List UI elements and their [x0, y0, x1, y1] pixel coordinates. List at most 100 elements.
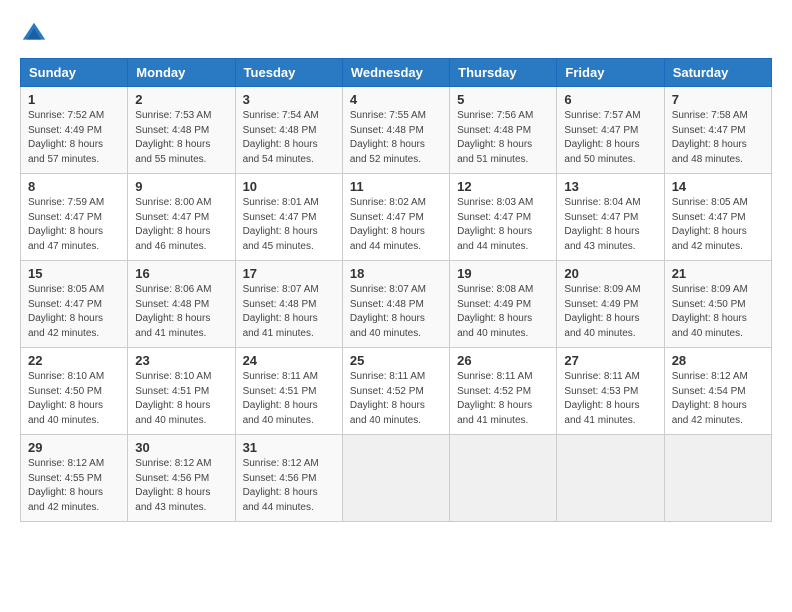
day-number: 12 [457, 179, 549, 194]
calendar-cell: 31 Sunrise: 8:12 AMSunset: 4:56 PMDaylig… [235, 435, 342, 522]
calendar-week-row: 8 Sunrise: 7:59 AMSunset: 4:47 PMDayligh… [21, 174, 772, 261]
day-number: 21 [672, 266, 764, 281]
day-detail: Sunrise: 8:09 AMSunset: 4:49 PMDaylight:… [564, 284, 640, 339]
day-detail: Sunrise: 8:02 AMSunset: 4:47 PMDaylight:… [350, 197, 426, 252]
calendar-header-sunday: Sunday [21, 59, 128, 87]
calendar-header-saturday: Saturday [664, 59, 771, 87]
day-detail: Sunrise: 8:05 AMSunset: 4:47 PMDaylight:… [28, 284, 104, 339]
day-detail: Sunrise: 8:07 AMSunset: 4:48 PMDaylight:… [350, 284, 426, 339]
calendar-cell: 2 Sunrise: 7:53 AMSunset: 4:48 PMDayligh… [128, 87, 235, 174]
day-detail: Sunrise: 8:11 AMSunset: 4:52 PMDaylight:… [350, 371, 425, 426]
calendar-cell [664, 435, 771, 522]
day-number: 1 [28, 92, 120, 107]
calendar-cell: 22 Sunrise: 8:10 AMSunset: 4:50 PMDaylig… [21, 348, 128, 435]
day-detail: Sunrise: 7:57 AMSunset: 4:47 PMDaylight:… [564, 110, 640, 165]
calendar-cell: 13 Sunrise: 8:04 AMSunset: 4:47 PMDaylig… [557, 174, 664, 261]
day-detail: Sunrise: 8:01 AMSunset: 4:47 PMDaylight:… [243, 197, 319, 252]
day-number: 15 [28, 266, 120, 281]
day-detail: Sunrise: 8:04 AMSunset: 4:47 PMDaylight:… [564, 197, 640, 252]
calendar-cell: 16 Sunrise: 8:06 AMSunset: 4:48 PMDaylig… [128, 261, 235, 348]
day-detail: Sunrise: 7:56 AMSunset: 4:48 PMDaylight:… [457, 110, 533, 165]
calendar-cell: 4 Sunrise: 7:55 AMSunset: 4:48 PMDayligh… [342, 87, 449, 174]
day-detail: Sunrise: 8:12 AMSunset: 4:54 PMDaylight:… [672, 371, 748, 426]
calendar-cell: 27 Sunrise: 8:11 AMSunset: 4:53 PMDaylig… [557, 348, 664, 435]
day-number: 17 [243, 266, 335, 281]
day-number: 3 [243, 92, 335, 107]
day-detail: Sunrise: 8:12 AMSunset: 4:55 PMDaylight:… [28, 458, 104, 513]
calendar-cell: 12 Sunrise: 8:03 AMSunset: 4:47 PMDaylig… [450, 174, 557, 261]
day-detail: Sunrise: 7:54 AMSunset: 4:48 PMDaylight:… [243, 110, 319, 165]
calendar-cell [450, 435, 557, 522]
calendar-cell [342, 435, 449, 522]
calendar-cell: 17 Sunrise: 8:07 AMSunset: 4:48 PMDaylig… [235, 261, 342, 348]
day-number: 24 [243, 353, 335, 368]
calendar-cell: 26 Sunrise: 8:11 AMSunset: 4:52 PMDaylig… [450, 348, 557, 435]
day-number: 4 [350, 92, 442, 107]
day-number: 18 [350, 266, 442, 281]
calendar-header-monday: Monday [128, 59, 235, 87]
day-number: 14 [672, 179, 764, 194]
calendar-header-thursday: Thursday [450, 59, 557, 87]
day-detail: Sunrise: 8:05 AMSunset: 4:47 PMDaylight:… [672, 197, 748, 252]
day-detail: Sunrise: 8:11 AMSunset: 4:53 PMDaylight:… [564, 371, 639, 426]
day-detail: Sunrise: 8:11 AMSunset: 4:52 PMDaylight:… [457, 371, 532, 426]
calendar-cell: 14 Sunrise: 8:05 AMSunset: 4:47 PMDaylig… [664, 174, 771, 261]
calendar-cell: 21 Sunrise: 8:09 AMSunset: 4:50 PMDaylig… [664, 261, 771, 348]
day-number: 7 [672, 92, 764, 107]
calendar-cell: 28 Sunrise: 8:12 AMSunset: 4:54 PMDaylig… [664, 348, 771, 435]
calendar-header-tuesday: Tuesday [235, 59, 342, 87]
calendar-cell: 5 Sunrise: 7:56 AMSunset: 4:48 PMDayligh… [450, 87, 557, 174]
day-number: 25 [350, 353, 442, 368]
day-detail: Sunrise: 7:59 AMSunset: 4:47 PMDaylight:… [28, 197, 104, 252]
calendar-cell: 29 Sunrise: 8:12 AMSunset: 4:55 PMDaylig… [21, 435, 128, 522]
day-detail: Sunrise: 8:12 AMSunset: 4:56 PMDaylight:… [243, 458, 319, 513]
calendar-header-wednesday: Wednesday [342, 59, 449, 87]
day-detail: Sunrise: 8:00 AMSunset: 4:47 PMDaylight:… [135, 197, 211, 252]
day-detail: Sunrise: 8:07 AMSunset: 4:48 PMDaylight:… [243, 284, 319, 339]
day-detail: Sunrise: 7:52 AMSunset: 4:49 PMDaylight:… [28, 110, 104, 165]
day-number: 28 [672, 353, 764, 368]
day-detail: Sunrise: 8:03 AMSunset: 4:47 PMDaylight:… [457, 197, 533, 252]
calendar-week-row: 29 Sunrise: 8:12 AMSunset: 4:55 PMDaylig… [21, 435, 772, 522]
calendar-cell: 8 Sunrise: 7:59 AMSunset: 4:47 PMDayligh… [21, 174, 128, 261]
calendar-cell: 7 Sunrise: 7:58 AMSunset: 4:47 PMDayligh… [664, 87, 771, 174]
calendar-week-row: 22 Sunrise: 8:10 AMSunset: 4:50 PMDaylig… [21, 348, 772, 435]
calendar-cell: 1 Sunrise: 7:52 AMSunset: 4:49 PMDayligh… [21, 87, 128, 174]
calendar-table: SundayMondayTuesdayWednesdayThursdayFrid… [20, 58, 772, 522]
day-number: 20 [564, 266, 656, 281]
day-number: 8 [28, 179, 120, 194]
day-number: 26 [457, 353, 549, 368]
day-number: 29 [28, 440, 120, 455]
day-number: 19 [457, 266, 549, 281]
page-header [20, 20, 772, 48]
day-number: 30 [135, 440, 227, 455]
calendar-cell: 10 Sunrise: 8:01 AMSunset: 4:47 PMDaylig… [235, 174, 342, 261]
day-detail: Sunrise: 8:06 AMSunset: 4:48 PMDaylight:… [135, 284, 211, 339]
day-detail: Sunrise: 7:55 AMSunset: 4:48 PMDaylight:… [350, 110, 426, 165]
day-number: 10 [243, 179, 335, 194]
calendar-cell: 25 Sunrise: 8:11 AMSunset: 4:52 PMDaylig… [342, 348, 449, 435]
day-number: 22 [28, 353, 120, 368]
calendar-cell: 30 Sunrise: 8:12 AMSunset: 4:56 PMDaylig… [128, 435, 235, 522]
day-detail: Sunrise: 7:58 AMSunset: 4:47 PMDaylight:… [672, 110, 748, 165]
day-number: 31 [243, 440, 335, 455]
day-number: 9 [135, 179, 227, 194]
day-number: 13 [564, 179, 656, 194]
day-number: 2 [135, 92, 227, 107]
calendar-week-row: 1 Sunrise: 7:52 AMSunset: 4:49 PMDayligh… [21, 87, 772, 174]
calendar-cell [557, 435, 664, 522]
calendar-cell: 9 Sunrise: 8:00 AMSunset: 4:47 PMDayligh… [128, 174, 235, 261]
day-detail: Sunrise: 8:11 AMSunset: 4:51 PMDaylight:… [243, 371, 318, 426]
calendar-cell: 19 Sunrise: 8:08 AMSunset: 4:49 PMDaylig… [450, 261, 557, 348]
calendar-cell: 23 Sunrise: 8:10 AMSunset: 4:51 PMDaylig… [128, 348, 235, 435]
day-number: 27 [564, 353, 656, 368]
calendar-cell: 18 Sunrise: 8:07 AMSunset: 4:48 PMDaylig… [342, 261, 449, 348]
calendar-header-friday: Friday [557, 59, 664, 87]
calendar-cell: 20 Sunrise: 8:09 AMSunset: 4:49 PMDaylig… [557, 261, 664, 348]
logo-icon [20, 20, 48, 48]
logo [20, 20, 52, 48]
calendar-cell: 3 Sunrise: 7:54 AMSunset: 4:48 PMDayligh… [235, 87, 342, 174]
day-number: 11 [350, 179, 442, 194]
calendar-week-row: 15 Sunrise: 8:05 AMSunset: 4:47 PMDaylig… [21, 261, 772, 348]
day-detail: Sunrise: 8:08 AMSunset: 4:49 PMDaylight:… [457, 284, 533, 339]
